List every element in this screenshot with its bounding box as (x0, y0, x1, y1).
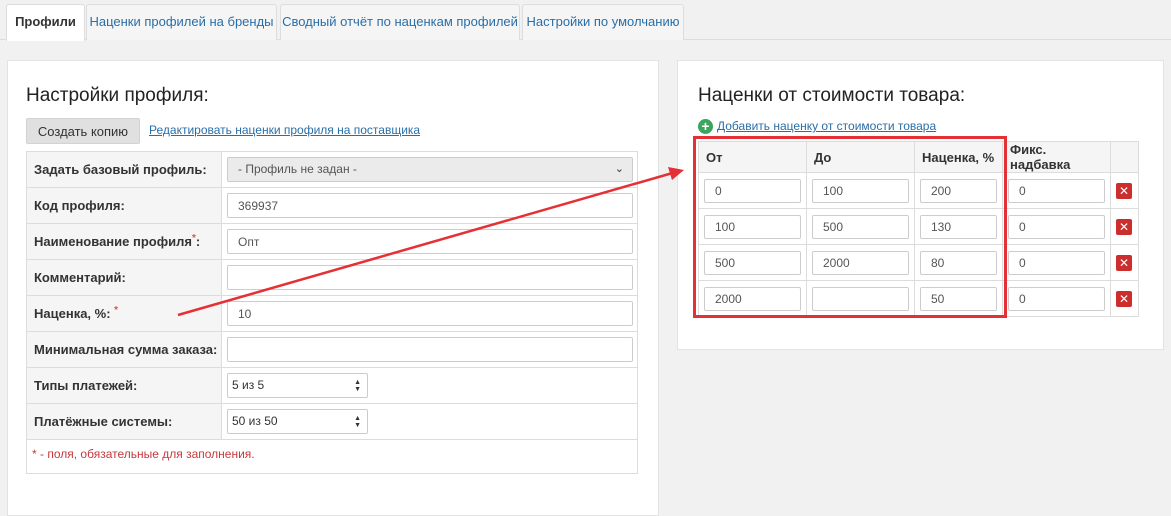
from-input[interactable] (704, 250, 801, 275)
updown-arrows-icon: ▲ ▼ (354, 379, 361, 393)
percent-input[interactable] (920, 214, 997, 239)
add-markup-link[interactable]: Добавить наценку от стоимости товара (717, 119, 936, 133)
table-row: ✕ (698, 208, 1139, 245)
delete-x-icon[interactable]: ✕ (1116, 182, 1132, 199)
delete-x-icon[interactable]: ✕ (1116, 254, 1132, 271)
base-profile-value: - Профиль не задан - (238, 162, 357, 176)
fixed-input[interactable] (1008, 250, 1105, 275)
markups-table: От До Наценка, % Фикс. надбавка ✕ ✕ ✕ (698, 141, 1139, 317)
payment-types-select[interactable]: 5 из 5 ▲ ▼ (227, 373, 368, 398)
markups-panel: Наценки от стоимости товара: + Добавить … (677, 60, 1164, 350)
payment-systems-label: Платёжные системы: (26, 403, 222, 440)
to-input[interactable] (812, 286, 909, 311)
tab-brand-markups[interactable]: Наценки профилей на бренды (86, 4, 277, 40)
updown-arrows-icon: ▲ ▼ (354, 415, 361, 429)
form-row-note: * - поля, обязательные для заполнения. (26, 439, 638, 474)
form-row-payment-systems: Платёжные системы: 50 из 50 ▲ ▼ (26, 403, 638, 440)
profile-code-label: Код профиля: (26, 187, 222, 224)
plus-circle-icon[interactable]: + (698, 118, 713, 134)
comment-input[interactable] (227, 265, 633, 290)
profile-settings-title: Настройки профиля: (26, 85, 209, 106)
percent-input[interactable] (920, 250, 997, 275)
fixed-input[interactable] (1008, 178, 1105, 203)
chevron-down-icon: ⌄ (614, 163, 624, 175)
to-input[interactable] (812, 250, 909, 275)
tab-bar: Профили Наценки профилей на бренды Сводн… (0, 0, 1171, 41)
table-row: ✕ (698, 172, 1139, 209)
markups-title: Наценки от стоимости товара: (698, 85, 966, 106)
form-row-comment: Комментарий: (26, 259, 638, 296)
edit-supplier-markups-link[interactable]: Редактировать наценки профиля на поставщ… (149, 123, 420, 137)
markup-label-text: Наценка, %: (34, 306, 111, 321)
from-input[interactable] (704, 214, 801, 239)
profile-form: Задать базовый профиль: - Профиль не зад… (26, 151, 638, 474)
markup-label: Наценка, %: * (26, 295, 222, 332)
form-row-payment-types: Типы платежей: 5 из 5 ▲ ▼ (26, 367, 638, 404)
markup-input[interactable] (227, 301, 633, 326)
delete-x-icon[interactable]: ✕ (1116, 218, 1132, 235)
payment-systems-select[interactable]: 50 из 50 ▲ ▼ (227, 409, 368, 434)
form-row-markup: Наценка, %: * (26, 295, 638, 332)
col-header-actions (1110, 141, 1139, 173)
to-input[interactable] (812, 214, 909, 239)
delete-x-icon[interactable]: ✕ (1116, 290, 1132, 307)
profile-name-input[interactable] (227, 229, 633, 254)
profile-name-label-suffix: : (195, 234, 201, 249)
form-row-code: Код профиля: (26, 187, 638, 224)
percent-input[interactable] (920, 286, 997, 311)
profile-settings-panel: Настройки профиля: Создать копию Редакти… (7, 60, 659, 516)
comment-label: Комментарий: (26, 259, 222, 296)
min-order-input[interactable] (227, 337, 633, 362)
col-header-to: До (806, 141, 915, 173)
form-row-base-profile: Задать базовый профиль: - Профиль не зад… (26, 151, 638, 188)
add-markup-row[interactable]: + Добавить наценку от стоимости товара (698, 118, 936, 134)
fixed-input[interactable] (1008, 214, 1105, 239)
col-header-percent: Наценка, % (914, 141, 1003, 173)
payment-systems-value: 50 из 50 (232, 414, 278, 428)
profile-name-label: Наименование профиля*: (26, 223, 222, 260)
tab-summary-report[interactable]: Сводный отчёт по наценкам профилей (280, 4, 520, 40)
payment-types-value: 5 из 5 (232, 378, 265, 392)
table-row: ✕ (698, 280, 1139, 317)
min-order-label: Минимальная сумма заказа: (26, 331, 222, 368)
tab-profiles[interactable]: Профили (6, 4, 85, 41)
table-row: ✕ (698, 244, 1139, 281)
base-profile-select[interactable]: - Профиль не задан - ⌄ (227, 157, 633, 182)
to-input[interactable] (812, 178, 909, 203)
required-fields-note: * - поля, обязательные для заполнения. (26, 439, 638, 474)
base-profile-label: Задать базовый профиль: (26, 151, 222, 188)
profile-name-label-text: Наименование профиля (34, 234, 192, 249)
payment-types-label: Типы платежей: (26, 367, 222, 404)
markups-header-row: От До Наценка, % Фикс. надбавка (698, 141, 1139, 173)
create-copy-button[interactable]: Создать копию (26, 118, 140, 144)
col-header-fixed: Фикс. надбавка (1002, 141, 1111, 173)
required-mark: * (191, 233, 196, 244)
required-mark: * (114, 305, 119, 316)
from-input[interactable] (704, 286, 801, 311)
profile-code-input[interactable] (227, 193, 633, 218)
tab-default-settings[interactable]: Настройки по умолчанию (522, 4, 684, 40)
fixed-input[interactable] (1008, 286, 1105, 311)
percent-input[interactable] (920, 178, 997, 203)
from-input[interactable] (704, 178, 801, 203)
col-header-from: От (698, 141, 807, 173)
form-row-min-order: Минимальная сумма заказа: (26, 331, 638, 368)
form-row-name: Наименование профиля*: (26, 223, 638, 260)
